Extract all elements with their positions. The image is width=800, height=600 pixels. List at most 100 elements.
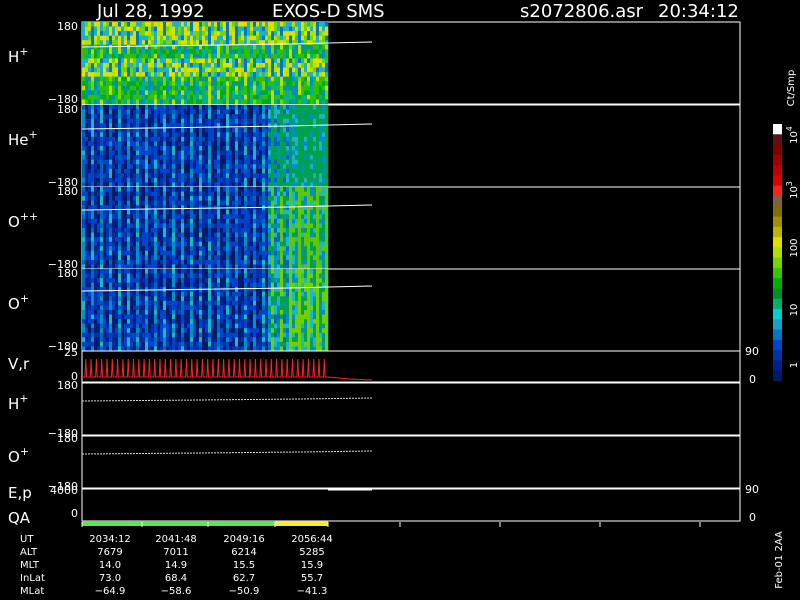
heatmap-cell — [154, 332, 158, 338]
heatmap-cell — [82, 81, 86, 87]
heatmap-cell — [103, 177, 107, 183]
heatmap-cell — [175, 81, 179, 87]
heatmap-cell — [241, 94, 245, 100]
heatmap-cell — [121, 332, 125, 338]
heatmap-cell — [304, 246, 308, 252]
heatmap-cell — [196, 150, 200, 156]
heatmap-cell — [163, 237, 167, 242]
heatmap-cell — [187, 136, 191, 142]
heatmap-cell — [232, 94, 236, 100]
heatmap-cell — [82, 177, 86, 183]
heatmap-cell — [280, 31, 284, 36]
heatmap-cell — [259, 223, 263, 229]
heatmap-cell — [250, 237, 254, 242]
heatmap-cell — [229, 159, 233, 165]
heatmap-cell — [109, 146, 113, 151]
heatmap-cell — [142, 223, 146, 229]
heatmap-cell — [226, 173, 230, 179]
heatmap-cell — [163, 35, 167, 41]
heatmap-cell — [97, 314, 101, 320]
heatmap-cell — [169, 94, 173, 100]
heatmap-cell — [136, 141, 140, 147]
heatmap-cell — [286, 49, 290, 55]
heatmap-cell — [190, 232, 194, 238]
heatmap-cell — [265, 200, 269, 206]
heatmap-cell — [148, 109, 152, 115]
heatmap-cell — [112, 44, 116, 50]
heatmap-cell — [121, 53, 125, 59]
heatmap-cell — [103, 241, 107, 247]
heatmap-cell — [214, 237, 218, 242]
heatmap-cell — [268, 164, 272, 170]
heatmap-cell — [148, 58, 152, 64]
heatmap-cell — [178, 232, 182, 238]
heatmap-cell — [115, 136, 119, 142]
heatmap-cell — [136, 40, 140, 46]
heatmap-cell — [205, 237, 209, 242]
heatmap-cell — [217, 114, 221, 119]
heatmap-cell — [166, 223, 170, 229]
heatmap-cell — [220, 127, 224, 133]
heatmap-cell — [214, 159, 218, 165]
heatmap-cell — [250, 255, 254, 261]
heatmap-cell — [142, 177, 146, 183]
heatmap-cell — [148, 67, 152, 73]
heatmap-cell — [88, 31, 92, 36]
heatmap-cell — [136, 319, 140, 324]
heatmap-cell — [322, 255, 326, 261]
heatmap-cell — [262, 141, 266, 147]
heatmap-cell — [97, 259, 101, 265]
heatmap-cell — [313, 191, 317, 197]
heatmap-cell — [121, 250, 125, 256]
heatmap-cell — [322, 232, 326, 238]
heatmap-cell — [154, 191, 158, 197]
heatmap-cell — [139, 291, 143, 297]
heatmap-cell — [316, 53, 320, 59]
heatmap-cell — [109, 136, 113, 142]
heatmap-cell — [259, 127, 263, 133]
heatmap-cell — [193, 223, 197, 229]
heatmap-cell — [142, 49, 146, 55]
heatmap-cell — [121, 136, 125, 142]
heatmap-cell — [193, 99, 197, 105]
heatmap-cell — [85, 228, 89, 233]
heatmap-cell — [109, 35, 113, 41]
heatmap-cell — [97, 99, 101, 105]
heatmap-cell — [283, 218, 287, 224]
heatmap-cell — [226, 150, 230, 156]
heatmap-cell — [88, 118, 92, 124]
heatmap-cell — [241, 228, 245, 233]
heatmap-cell — [94, 76, 98, 82]
heatmap-cell — [88, 90, 92, 96]
heatmap-cell — [310, 85, 314, 91]
heatmap-cell — [184, 136, 188, 142]
heatmap-cell — [295, 232, 299, 238]
heatmap-cell — [253, 250, 257, 256]
heatmap-cell — [283, 146, 287, 151]
heatmap-cell — [325, 49, 329, 55]
heatmap-cell — [193, 109, 197, 115]
heatmap-cell — [175, 109, 179, 115]
heatmap-cell — [181, 200, 185, 206]
heatmap-cell — [106, 250, 110, 256]
heatmap-cell — [220, 44, 224, 50]
heatmap-cell — [100, 314, 104, 320]
heatmap-cell — [319, 109, 323, 115]
heatmap-cell — [127, 63, 131, 68]
heatmap-cell — [190, 94, 194, 100]
heatmap-cell — [205, 209, 209, 215]
heatmap-cell — [190, 53, 194, 59]
heatmap-cell — [310, 173, 314, 179]
heatmap-cell — [166, 273, 170, 279]
heatmap-cell — [154, 250, 158, 256]
heatmap-cell — [88, 159, 92, 165]
heatmap-cell — [97, 223, 101, 229]
heatmap-cell — [130, 196, 134, 201]
heatmap-cell — [196, 168, 200, 174]
heatmap-cell — [286, 94, 290, 100]
heatmap-cell — [301, 196, 305, 201]
heatmap-cell — [238, 26, 242, 32]
heatmap-cell — [310, 200, 314, 206]
heatmap-cell — [130, 250, 134, 256]
heatmap-cell — [148, 132, 152, 138]
